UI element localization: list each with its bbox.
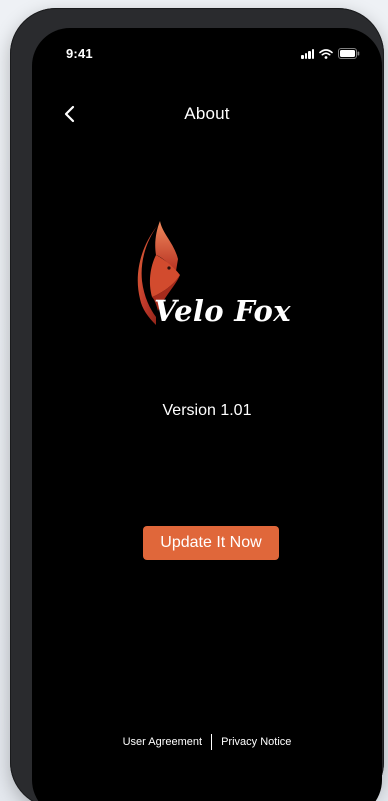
- device-notch: [116, 28, 298, 58]
- status-icons: [301, 48, 360, 59]
- privacy-notice-link[interactable]: Privacy Notice: [221, 736, 291, 748]
- footer-divider: [211, 734, 213, 750]
- phone-screen: 9:41 About Velo Fox Version 1.01 Update …: [32, 28, 382, 801]
- brand-name: Velo Fox: [154, 294, 291, 328]
- canvas-background: 9:41 About Velo Fox Version 1.01 Update …: [0, 0, 388, 801]
- page-title: About: [184, 104, 230, 123]
- battery-icon: [338, 48, 360, 59]
- update-button[interactable]: Update It Now: [143, 526, 279, 560]
- user-agreement-link[interactable]: User Agreement: [123, 736, 202, 748]
- phone-frame: 9:41 About Velo Fox Version 1.01 Update …: [10, 8, 384, 801]
- signal-icon: [301, 48, 314, 59]
- version-label: Version 1.01: [162, 402, 252, 419]
- status-time: 9:41: [66, 46, 93, 61]
- wifi-icon: [319, 48, 333, 59]
- footer-links: User Agreement Privacy Notice: [32, 734, 382, 750]
